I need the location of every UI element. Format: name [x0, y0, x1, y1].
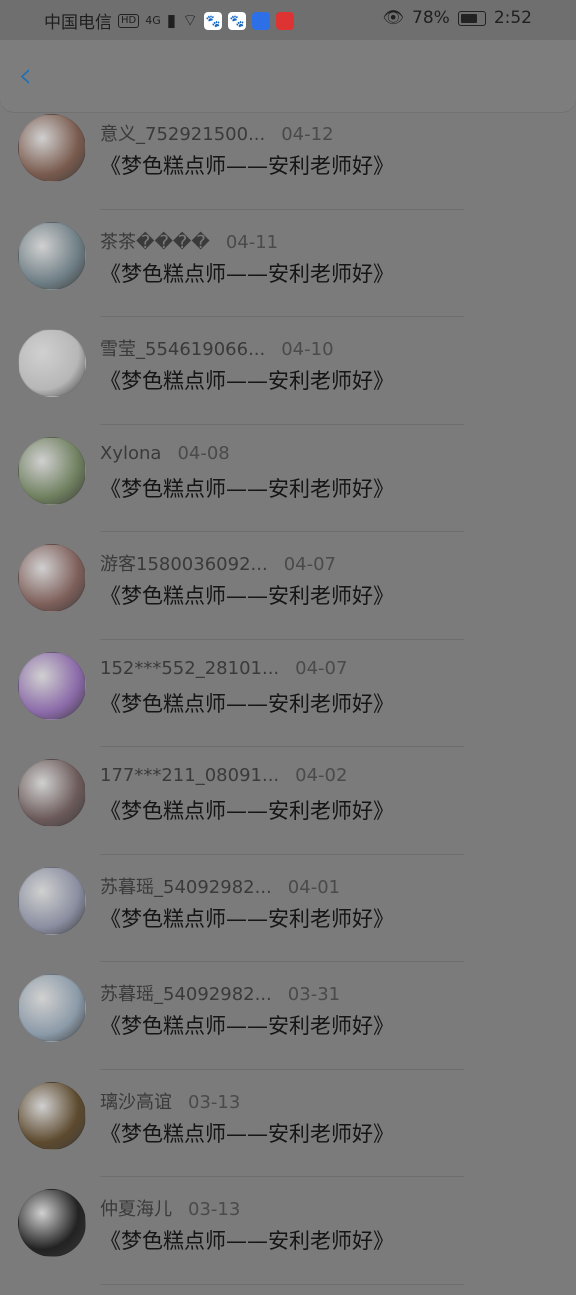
date-label: 04-07 [295, 657, 348, 679]
avatar[interactable] [18, 544, 86, 612]
date-label: 04-02 [295, 765, 348, 786]
username[interactable]: 游客1580036092... 04-07 [100, 550, 336, 576]
divider [100, 316, 464, 317]
message-text: 《梦色糕点师——安利老师好》 [100, 476, 394, 501]
date-label: 04-10 [281, 339, 334, 360]
username-text: 苏暮瑶_54092982... [100, 984, 272, 1005]
username-text: 152***552_28101... [100, 657, 280, 679]
avatar[interactable] [18, 974, 86, 1042]
message-text: 《梦色糕点师——安利老师好》 [100, 154, 394, 178]
avatar[interactable] [18, 221, 86, 290]
divider [100, 638, 464, 640]
avatar[interactable] [18, 1189, 86, 1257]
list-item[interactable]: 苏暮瑶_54092982... 03-31 《梦色糕点师——安利老师好》 [0, 972, 576, 1080]
status-right: 👁 78% 2:52 [382, 8, 532, 28]
wifi-icon: ⌔ [182, 11, 199, 31]
username-text: 雪莹_554619066... [100, 339, 266, 360]
message-text: 《梦色糕点师——安利老师好》 [100, 584, 394, 608]
book-app-icon [276, 11, 295, 30]
divider [100, 208, 464, 210]
divider [100, 1283, 464, 1285]
date-label: 04-08 [177, 442, 230, 464]
message-text: 《梦色糕点师——安利老师好》 [100, 1229, 394, 1253]
carrier-label: 中国电信 [44, 13, 112, 33]
date-label: 04-07 [283, 554, 336, 575]
list-item[interactable]: 意义_752921500... 04-12 《梦色糕点师——安利老师好》 [0, 112, 576, 220]
username[interactable]: 177***211_08091... 04-02 [100, 765, 347, 786]
username-text: Xylona [100, 442, 162, 464]
username-text: 苏暮瑶_54092982... [100, 876, 272, 898]
username-text: 177***211_08091... [100, 765, 280, 786]
network-label: 4G [145, 14, 161, 27]
divider [100, 423, 464, 425]
username[interactable]: 璃沙高谊 03-13 [100, 1088, 240, 1114]
avatar[interactable] [18, 866, 86, 935]
battery-percent: 78% [412, 8, 450, 28]
username-text: 仲夏海儿 [100, 1199, 172, 1220]
username[interactable]: 茶茶���� 04-11 [100, 228, 278, 254]
message-text: 《梦色糕点师——安利老师好》 [100, 799, 394, 823]
cloud-app-icon [252, 11, 271, 30]
date-label: 03-31 [287, 984, 341, 1005]
message-text: 《梦色糕点师——安利老师好》 [100, 691, 394, 716]
divider [100, 1068, 464, 1070]
username[interactable]: 苏暮瑶_54092982... 04-01 [100, 873, 340, 899]
divider [100, 961, 464, 962]
date-label: 03-13 [188, 1199, 241, 1220]
username-text: 游客1580036092... [100, 554, 268, 575]
message-text: 《梦色糕点师——安利老师好》 [100, 1121, 394, 1146]
list-item[interactable]: 152***552_28101... 04-07 《梦色糕点师——安利老师好》 [0, 650, 576, 758]
message-text: 《梦色糕点师——安利老师好》 [100, 1014, 394, 1038]
username[interactable]: 仲夏海儿 03-13 [100, 1195, 240, 1221]
top-header: ‹ [0, 40, 576, 112]
username[interactable]: 雪莹_554619066... 04-10 [100, 335, 334, 361]
message-text: 《梦色糕点师——安利老师好》 [100, 369, 394, 393]
list-item[interactable]: 茶茶���� 04-11 《梦色糕点师——安利老师好》 [0, 220, 576, 328]
eye-icon: 👁 [382, 8, 405, 28]
avatar[interactable] [18, 329, 86, 397]
list-item[interactable]: Xylona 04-08 《梦色糕点师——安利老师好》 [0, 435, 576, 543]
clock: 2:52 [493, 8, 532, 28]
list-item[interactable]: 仲夏海儿 03-13 《梦色糕点师——安利老师好》 [0, 1187, 576, 1295]
message-text: 《梦色糕点师——安利老师好》 [100, 906, 394, 931]
message-text: 《梦色糕点师——安利老师好》 [100, 261, 394, 286]
divider [100, 531, 464, 532]
username-text: 意义_752921500... [100, 124, 266, 145]
divider [100, 853, 464, 855]
avatar[interactable] [18, 114, 86, 182]
username[interactable]: 意义_752921500... 04-12 [100, 120, 334, 146]
list-item[interactable]: 雪莹_554619066... 04-10 《梦色糕点师——安利老师好》 [0, 327, 576, 435]
status-left: 中国电信 HD 4G ▮ ⌔ 🐾 🐾 [44, 8, 295, 33]
date-label: 03-13 [188, 1091, 241, 1113]
username-text: 茶茶���� [100, 231, 210, 253]
username[interactable]: 152***552_28101... 04-07 [100, 658, 347, 679]
comment-list: 意义_752921500... 04-12 《梦色糕点师——安利老师好》 茶茶����… [0, 112, 576, 1295]
hd-badge: HD [118, 13, 140, 28]
signal-icon: ▮ [166, 10, 177, 31]
chevron-left-icon: ‹ [18, 55, 33, 96]
avatar[interactable] [18, 651, 86, 720]
divider [100, 746, 464, 747]
username[interactable]: Xylona 04-08 [100, 443, 230, 464]
status-bar: 中国电信 HD 4G ▮ ⌔ 🐾 🐾 👁 78% 2:52 [0, 0, 576, 40]
baidu-app-icon: 🐾 [204, 11, 223, 30]
list-item[interactable]: 177***211_08091... 04-02 《梦色糕点师——安利老师好》 [0, 757, 576, 865]
divider [100, 1176, 464, 1177]
avatar[interactable] [18, 759, 86, 827]
avatar[interactable] [18, 436, 86, 505]
baidu-app-icon-2: 🐾 [228, 11, 247, 30]
list-item[interactable]: 苏暮瑶_54092982... 04-01 《梦色糕点师——安利老师好》 [0, 865, 576, 973]
date-label: 04-01 [287, 876, 341, 898]
list-item[interactable]: 游客1580036092... 04-07 《梦色糕点师——安利老师好》 [0, 542, 576, 650]
list-item[interactable]: 璃沙高谊 03-13 《梦色糕点师——安利老师好》 [0, 1080, 576, 1188]
date-label: 04-12 [281, 124, 334, 145]
username-text: 璃沙高谊 [100, 1091, 172, 1113]
date-label: 04-11 [225, 231, 279, 253]
back-button[interactable]: ‹ [18, 58, 46, 94]
avatar[interactable] [18, 1081, 86, 1150]
battery-icon [457, 10, 486, 26]
username[interactable]: 苏暮瑶_54092982... 03-31 [100, 980, 340, 1006]
